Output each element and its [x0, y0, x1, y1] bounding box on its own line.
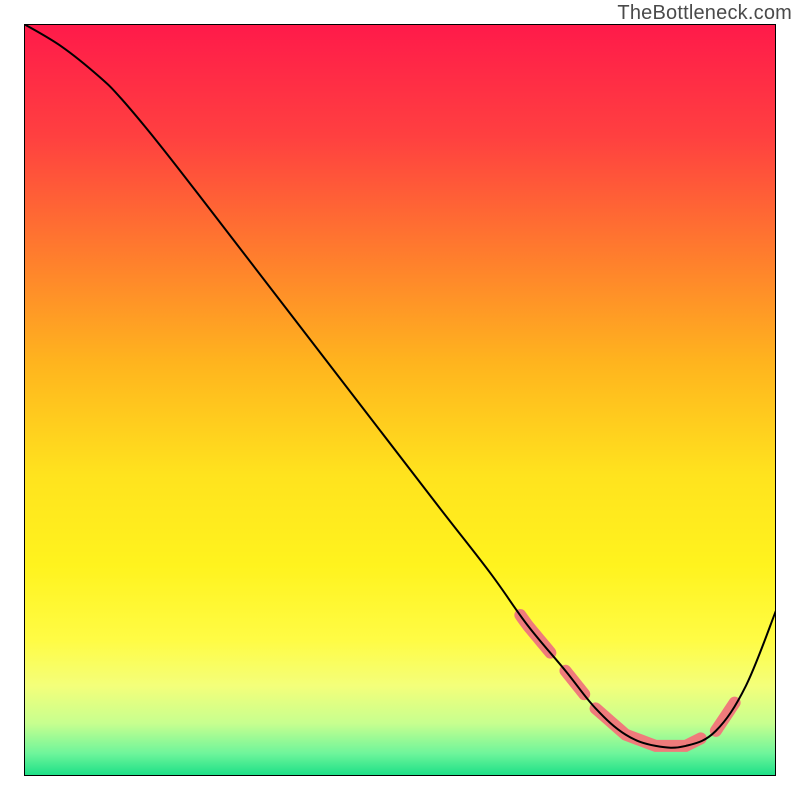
watermark-text: TheBottleneck.com [617, 2, 792, 25]
bottleneck-chart [24, 24, 776, 776]
plot-area [24, 24, 776, 776]
chart-background-gradient [24, 24, 776, 776]
